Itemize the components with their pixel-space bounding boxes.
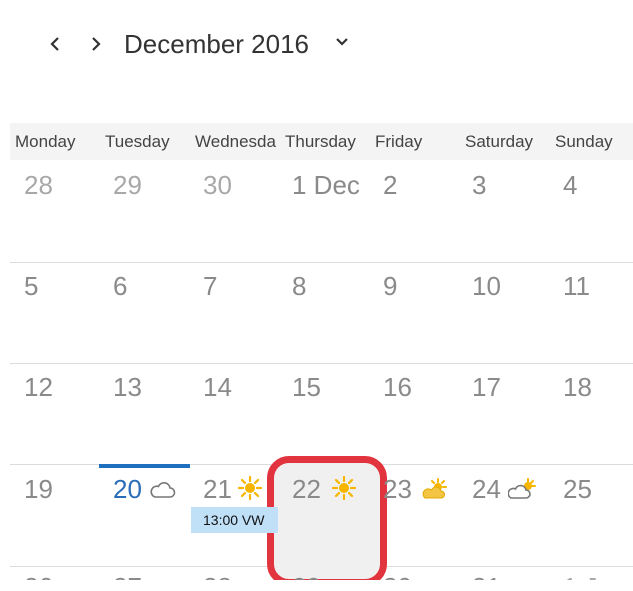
month-dropdown-button[interactable] — [332, 34, 352, 50]
day-cell-dec-17[interactable]: 17 — [472, 372, 501, 402]
today-indicator — [99, 464, 190, 468]
day-cell-dec-1[interactable]: 1 Dec — [292, 170, 360, 200]
selected-day-highlight[interactable] — [267, 456, 387, 586]
day-cell-dec-15[interactable]: 15 — [292, 372, 321, 402]
day-cell-nov-29[interactable]: 29 — [113, 170, 142, 200]
day-cell-dec-11[interactable]: 11 — [563, 271, 590, 301]
event-chip[interactable]: 13:00 VW — [191, 507, 278, 533]
day-cell-dec-14[interactable]: 14 — [203, 372, 232, 402]
day-cell-dec-9[interactable]: 9 — [383, 271, 397, 301]
day-cell-dec-5[interactable]: 5 — [24, 271, 38, 301]
week-divider — [10, 262, 633, 263]
weekday-saturday: Saturday — [465, 132, 534, 151]
next-month-button[interactable] — [85, 30, 107, 58]
weekday-header: Monday Tuesday Wednesda Thursday Friday … — [10, 123, 633, 160]
day-cell-dec-6[interactable]: 6 — [113, 271, 127, 301]
day-cell-nov-28[interactable]: 28 — [24, 170, 53, 200]
day-cell-dec-4[interactable]: 4 — [563, 170, 577, 200]
day-cell-nov-30[interactable]: 30 — [203, 170, 232, 200]
weekday-thursday: Thursday — [285, 132, 356, 151]
day-cell-dec-24[interactable]: 24 — [472, 474, 501, 504]
chevron-right-icon — [92, 37, 101, 51]
day-cell-dec-22-selected[interactable]: 22 — [292, 474, 321, 504]
day-cell-dec-8[interactable]: 8 — [292, 271, 306, 301]
day-cell-dec-18[interactable]: 18 — [563, 372, 592, 402]
week-divider — [10, 363, 633, 364]
day-cell-dec-19[interactable]: 19 — [24, 474, 53, 504]
weekday-sunday: Sunday — [555, 132, 613, 151]
day-cell-dec-20-today[interactable]: 20 — [113, 474, 142, 504]
weekday-monday: Monday — [15, 132, 76, 151]
chevron-down-icon — [336, 38, 348, 46]
calendar-month-view: December 2016 Monday Tuesday Wednesda Th… — [0, 0, 633, 591]
sun-icon — [237, 476, 263, 500]
chevron-left-icon — [50, 37, 59, 51]
viewport-bottom-edge — [0, 580, 633, 591]
day-cell-dec-25[interactable]: 25 — [563, 474, 592, 504]
previous-month-button[interactable] — [44, 30, 66, 58]
day-cell-dec-7[interactable]: 7 — [203, 271, 217, 301]
partly-cloudy-icon — [508, 478, 536, 499]
partly-sunny-icon — [422, 478, 447, 499]
day-cell-dec-3[interactable]: 3 — [472, 170, 486, 200]
event-label: 13:00 VW — [203, 512, 265, 528]
day-cell-dec-10[interactable]: 10 — [472, 271, 501, 301]
day-cell-dec-21[interactable]: 21 — [203, 474, 232, 504]
weekday-tuesday: Tuesday — [105, 132, 170, 151]
cloudy-icon — [150, 482, 176, 498]
day-cell-dec-13[interactable]: 13 — [113, 372, 142, 402]
sun-icon — [331, 476, 357, 500]
weekday-friday: Friday — [375, 132, 423, 151]
day-cell-dec-12[interactable]: 12 — [24, 372, 53, 402]
weekday-wednesday: Wednesda — [195, 132, 276, 151]
month-title[interactable]: December 2016 — [124, 27, 309, 61]
day-cell-dec-16[interactable]: 16 — [383, 372, 412, 402]
day-cell-dec-23[interactable]: 23 — [383, 474, 412, 504]
day-cell-dec-2[interactable]: 2 — [383, 170, 397, 200]
